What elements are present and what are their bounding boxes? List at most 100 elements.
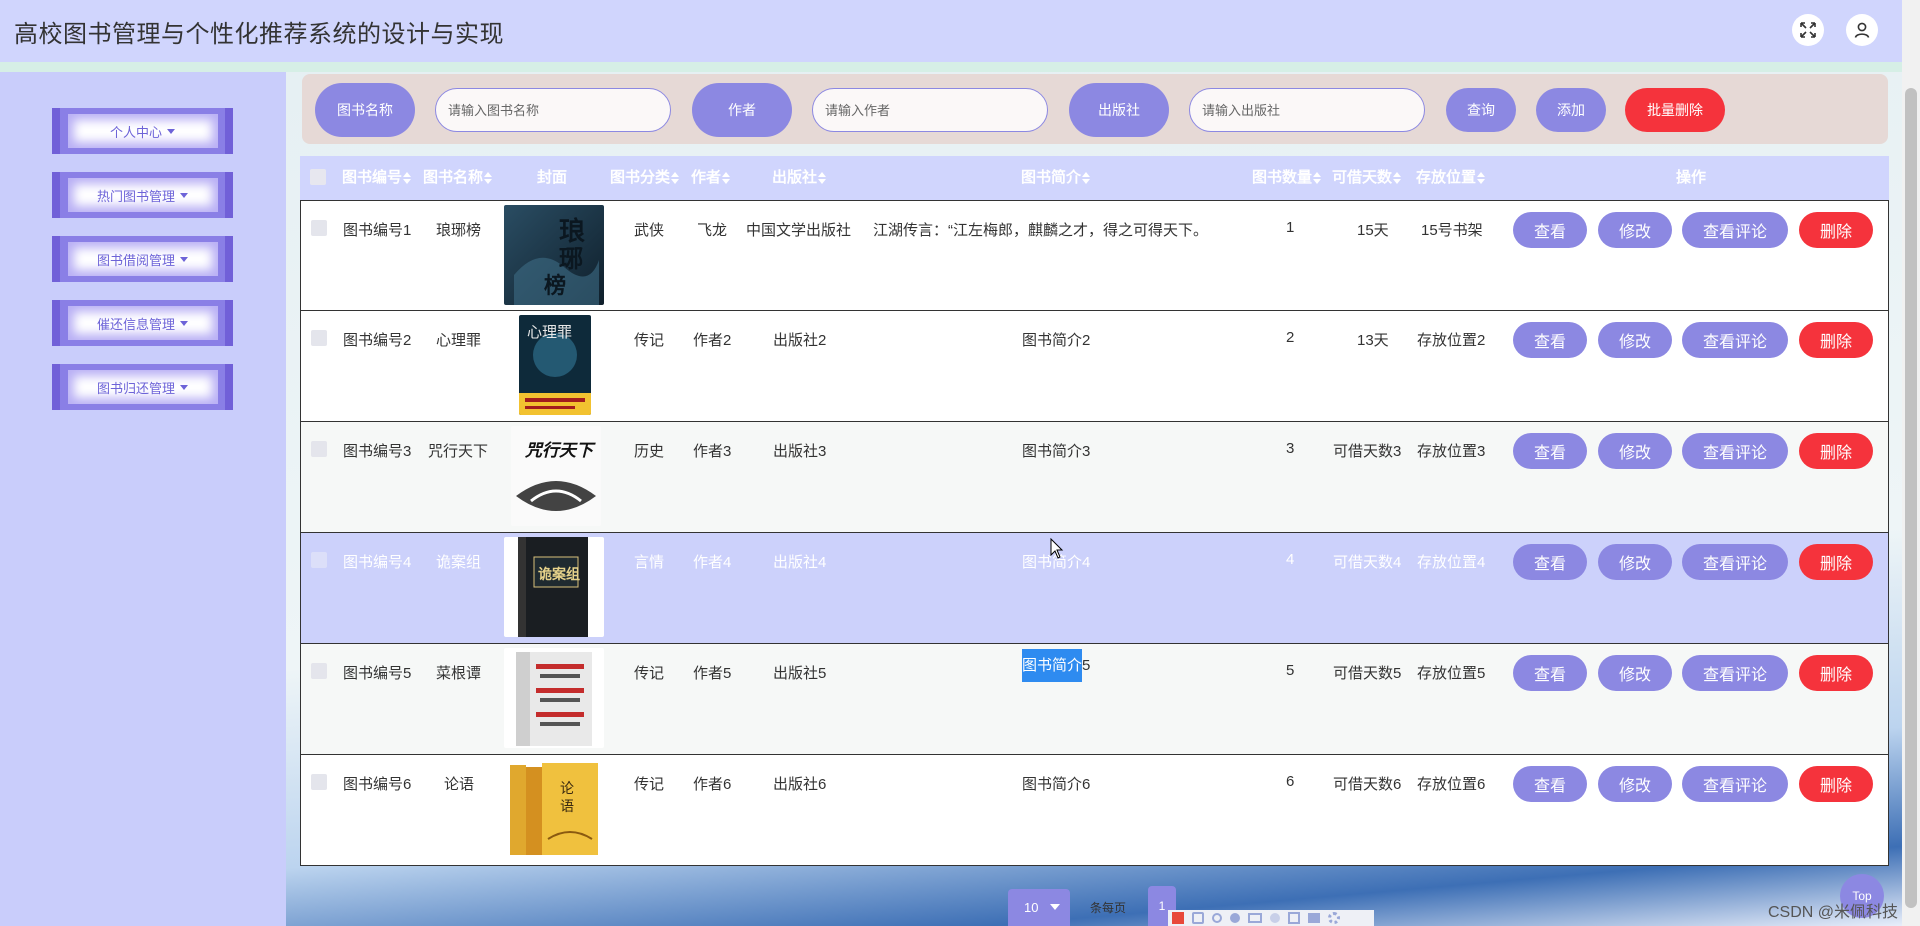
sidebar-item-return[interactable]: 图书归还管理 (52, 364, 233, 410)
publisher-input[interactable] (1189, 88, 1425, 132)
query-button[interactable]: 查询 (1446, 88, 1516, 132)
header-code[interactable]: 图书编号 (342, 156, 412, 200)
view-comments-button[interactable]: 查看评论 (1682, 655, 1788, 691)
delete-button[interactable]: 删除 (1799, 766, 1873, 802)
row-checkbox[interactable] (311, 774, 327, 790)
row-checkbox[interactable] (311, 441, 327, 457)
table-row[interactable]: 图书编号6 论语 论语 传记 作者6 出版社6 图书简介6 6 可借天数6 存放… (300, 755, 1889, 866)
table-row[interactable]: 图书编号1 琅琊榜 琅琊榜 武侠 飞龙 中国文学出版社 江湖传言：“江左梅郎，麒… (300, 200, 1889, 311)
delete-button[interactable]: 删除 (1799, 322, 1873, 358)
view-button[interactable]: 查看 (1513, 655, 1587, 691)
header-cover: 封面 (537, 169, 568, 186)
sidebar-item-reminder[interactable]: 催还信息管理 (52, 300, 233, 346)
chevron-down-icon (1050, 904, 1060, 910)
view-button[interactable]: 查看 (1513, 766, 1587, 802)
header-divider (0, 62, 1902, 72)
sidebar-item-personal-center[interactable]: 个人中心 (52, 108, 233, 154)
sidebar-item-label: 图书归还管理 (96, 380, 175, 396)
page-scrollbar[interactable] (1902, 0, 1920, 926)
view-comments-button[interactable]: 查看评论 (1682, 212, 1788, 248)
sidebar-item-hot-books[interactable]: 热门图书管理 (52, 172, 233, 218)
cell-category: 历史 (634, 443, 665, 460)
table-row[interactable]: 图书编号3 咒行天下 咒行天下 历史 作者3 出版社3 图书简介3 3 可借天数… (300, 422, 1889, 533)
header-count[interactable]: 图书数量 (1252, 156, 1322, 200)
header-author[interactable]: 作者 (691, 156, 731, 200)
view-comments-button[interactable]: 查看评论 (1682, 322, 1788, 358)
cell-count: 6 (1286, 773, 1295, 790)
edit-button[interactable]: 修改 (1598, 212, 1672, 248)
edit-button[interactable]: 修改 (1598, 322, 1672, 358)
row-checkbox[interactable] (311, 220, 327, 236)
table-row[interactable]: 图书编号5 菜根谭 传记 作者5 出版社5 图书简介5 5 可借天数5 存放位置… (300, 644, 1889, 755)
cell-intro: 图书简介3 (1022, 443, 1091, 460)
sort-icon (1477, 172, 1486, 185)
batch-delete-button[interactable]: 批量删除 (1625, 88, 1725, 132)
view-button[interactable]: 查看 (1513, 433, 1587, 469)
table-header: 图书编号 图书名称 封面 图书分类 作者 出版社 图书简介 图书数量 可借天数 … (300, 156, 1889, 200)
svg-text:榜: 榜 (544, 273, 566, 299)
view-button[interactable]: 查看 (1513, 544, 1587, 580)
page-size-select[interactable]: 10 (1008, 889, 1070, 926)
edit-button[interactable]: 修改 (1598, 544, 1672, 580)
row-checkbox[interactable] (311, 552, 327, 568)
cell-days: 可借天数6 (1333, 776, 1402, 793)
cell-code: 图书编号5 (343, 665, 412, 682)
watermark: CSDN @米佩科技 (1768, 904, 1899, 921)
header-location[interactable]: 存放位置 (1416, 156, 1486, 200)
header-days[interactable]: 可借天数 (1332, 156, 1402, 200)
edit-button[interactable]: 修改 (1598, 655, 1672, 691)
author-label: 作者 (692, 83, 792, 137)
cell-location: 存放位置2 (1417, 332, 1486, 349)
table-row[interactable]: 图书编号2 心理罪 心理罪 传记 作者2 出版社2 图书简介2 2 13天 存放… (300, 311, 1889, 422)
svg-text:琊: 琊 (559, 244, 583, 273)
view-comments-button[interactable]: 查看评论 (1682, 433, 1788, 469)
ime-keyboard-icon (1248, 913, 1262, 923)
sidebar-item-borrow[interactable]: 图书借阅管理 (52, 236, 233, 282)
select-all-checkbox[interactable] (310, 169, 326, 185)
cell-name: 琅琊榜 (436, 222, 482, 239)
author-input[interactable] (812, 88, 1048, 132)
view-comments-button[interactable]: 查看评论 (1682, 544, 1788, 580)
cell-author: 作者6 (693, 776, 732, 793)
cell-author: 作者2 (693, 332, 732, 349)
cell-location: 存放位置6 (1417, 776, 1486, 793)
cell-intro: 图书简介6 (1022, 776, 1091, 793)
cell-days: 13天 (1357, 332, 1389, 349)
cell-code: 图书编号1 (343, 222, 412, 239)
sidebar: 个人中心 热门图书管理 图书借阅管理 催还信息管理 图书归还管理 (0, 72, 286, 926)
cell-location: 存放位置4 (1417, 554, 1486, 571)
header-publisher[interactable]: 出版社 (772, 156, 827, 200)
row-checkbox[interactable] (311, 663, 327, 679)
add-button[interactable]: 添加 (1536, 88, 1606, 132)
app-header: 高校图书管理与个性化推荐系统的设计与实现 (0, 0, 1902, 62)
book-name-input[interactable] (435, 88, 671, 132)
view-button[interactable]: 查看 (1513, 322, 1587, 358)
cell-name: 咒行天下 (428, 443, 489, 460)
cell-publisher: 出版社5 (773, 665, 827, 682)
header-intro[interactable]: 图书简介 (1021, 156, 1091, 200)
edit-button[interactable]: 修改 (1598, 433, 1672, 469)
cell-count: 3 (1286, 440, 1295, 457)
row-checkbox[interactable] (311, 330, 327, 346)
ime-dots-icon (1230, 913, 1240, 923)
cell-count: 4 (1286, 551, 1295, 568)
header-category[interactable]: 图书分类 (610, 156, 680, 200)
user-icon[interactable] (1846, 14, 1878, 46)
cell-count: 2 (1286, 329, 1295, 346)
delete-button[interactable]: 删除 (1799, 433, 1873, 469)
delete-button[interactable]: 删除 (1799, 655, 1873, 691)
table-row[interactable]: 图书编号4 诡案组 诡案组 言情 作者4 出版社4 图书简介4 4 可借天数4 … (300, 533, 1889, 644)
cell-intro: 图书简介2 (1022, 332, 1091, 349)
view-button[interactable]: 查看 (1513, 212, 1587, 248)
header-name[interactable]: 图书名称 (423, 156, 493, 200)
caret-down-icon (180, 320, 188, 326)
scroll-thumb[interactable] (1905, 88, 1917, 908)
delete-button[interactable]: 删除 (1799, 212, 1873, 248)
sort-icon (1082, 172, 1091, 185)
cell-days: 可借天数4 (1333, 554, 1402, 571)
edit-button[interactable]: 修改 (1598, 766, 1672, 802)
view-comments-button[interactable]: 查看评论 (1682, 766, 1788, 802)
cell-code: 图书编号3 (343, 443, 412, 460)
delete-button[interactable]: 删除 (1799, 544, 1873, 580)
fullscreen-icon[interactable] (1792, 14, 1824, 46)
